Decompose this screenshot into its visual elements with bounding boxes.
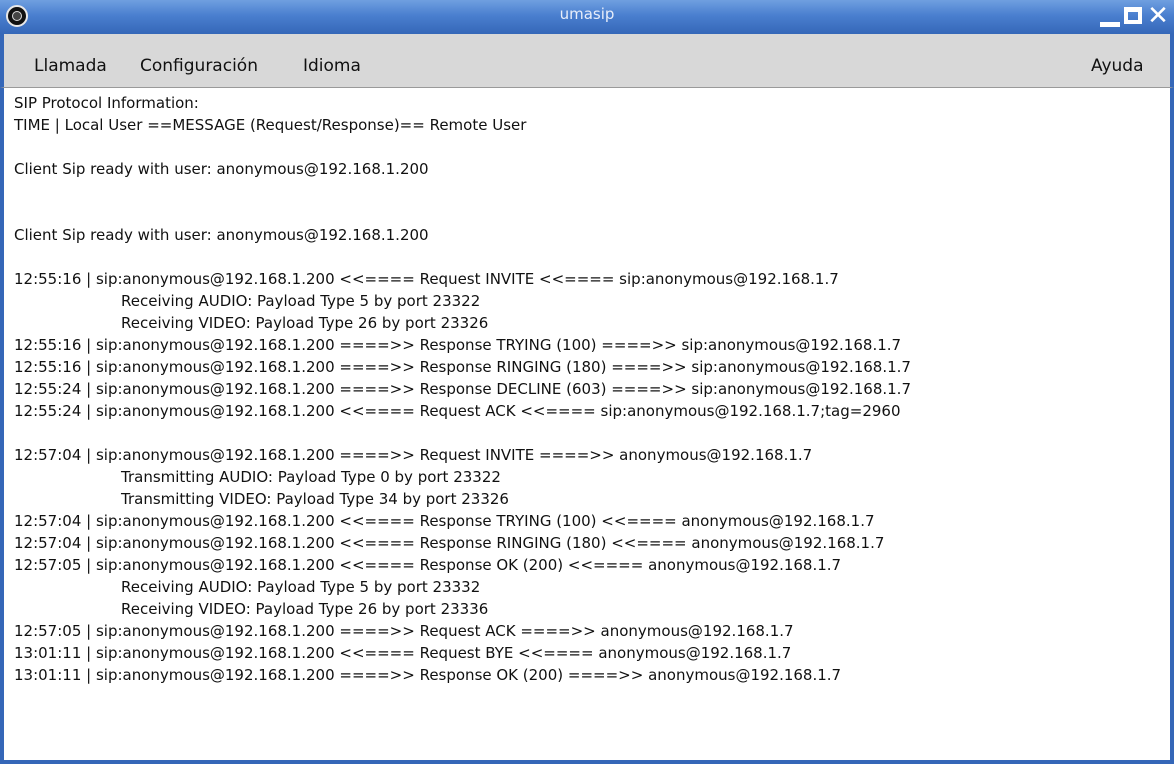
log-line: 12:57:05 | sip:anonymous@192.168.1.200 <… xyxy=(14,556,842,574)
log-line: 12:55:24 | sip:anonymous@192.168.1.200 =… xyxy=(14,380,911,398)
menu-bar: Llamada Configuración Idioma Ayuda xyxy=(0,34,1174,88)
log-line: 12:57:04 | sip:anonymous@192.168.1.200 <… xyxy=(14,534,885,552)
menu-configuracion[interactable]: Configuración xyxy=(140,56,258,76)
log-line: Receiving VIDEO: Payload Type 26 by port… xyxy=(121,314,489,332)
sip-log-area[interactable]: SIP Protocol Information: TIME | Local U… xyxy=(0,88,1174,764)
menu-idioma[interactable]: Idioma xyxy=(303,56,361,76)
log-line: Transmitting VIDEO: Payload Type 34 by p… xyxy=(121,490,509,508)
menu-llamada[interactable]: Llamada xyxy=(34,56,107,76)
log-line: 12:55:16 | sip:anonymous@192.168.1.200 =… xyxy=(14,358,911,376)
log-line: 12:55:16 | sip:anonymous@192.168.1.200 =… xyxy=(14,336,902,354)
maximize-button[interactable] xyxy=(1119,2,1147,30)
window-title: umasip xyxy=(559,5,615,23)
log-line: Receiving VIDEO: Payload Type 26 by port… xyxy=(121,600,489,618)
log-line: TIME | Local User ==MESSAGE (Request/Res… xyxy=(14,116,527,134)
maximize-icon xyxy=(1124,7,1142,24)
log-line: 12:55:16 | sip:anonymous@192.168.1.200 <… xyxy=(14,270,839,288)
log-line: Receiving AUDIO: Payload Type 5 by port … xyxy=(121,292,481,310)
app-window: umasip ✕ Llamada Configuración Idioma Ay… xyxy=(0,0,1174,764)
minimize-icon xyxy=(1100,22,1120,27)
log-line: Transmitting AUDIO: Payload Type 0 by po… xyxy=(121,468,501,486)
log-line: Client Sip ready with user: anonymous@19… xyxy=(14,226,429,244)
close-button[interactable]: ✕ xyxy=(1144,2,1172,30)
log-line: 12:55:24 | sip:anonymous@192.168.1.200 <… xyxy=(14,402,901,420)
log-line: 13:01:11 | sip:anonymous@192.168.1.200 <… xyxy=(14,644,792,662)
log-line: SIP Protocol Information: xyxy=(14,94,199,112)
log-line: 12:57:05 | sip:anonymous@192.168.1.200 =… xyxy=(14,622,794,640)
title-bar[interactable]: umasip ✕ xyxy=(0,0,1174,35)
close-icon: ✕ xyxy=(1147,1,1169,31)
log-line: Client Sip ready with user: anonymous@19… xyxy=(14,160,429,178)
log-line: Receiving AUDIO: Payload Type 5 by port … xyxy=(121,578,481,596)
menu-ayuda[interactable]: Ayuda xyxy=(1091,56,1144,76)
log-line: 12:57:04 | sip:anonymous@192.168.1.200 =… xyxy=(14,446,813,464)
log-line: 12:57:04 | sip:anonymous@192.168.1.200 <… xyxy=(14,512,875,530)
log-line: 13:01:11 | sip:anonymous@192.168.1.200 =… xyxy=(14,666,842,684)
